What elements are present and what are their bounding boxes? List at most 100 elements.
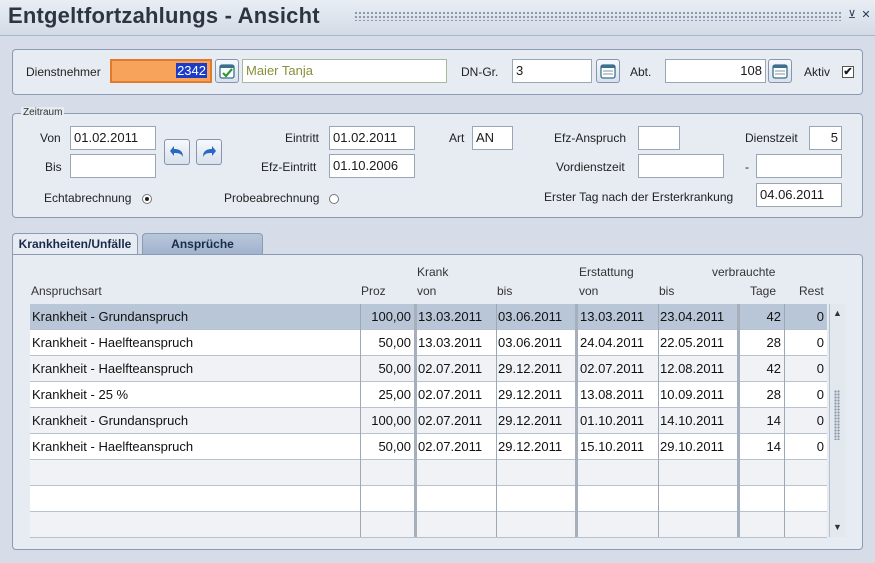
close-icon[interactable]: ✕	[860, 9, 872, 21]
header-tage: Tage	[750, 284, 777, 298]
cell-rest: 0	[816, 361, 824, 376]
cell-erst-von: 13.08.2011	[580, 387, 645, 402]
arrow-left-icon	[170, 146, 183, 157]
cell-rest: 0	[816, 335, 824, 350]
cell-art: Krankheit - Haelfteanspruch	[32, 361, 194, 376]
cell-erst-bis: 23.04.2011	[660, 309, 725, 324]
bis-label: Bis	[45, 160, 62, 174]
lookup-button[interactable]	[215, 59, 239, 83]
table-row[interactable]: Krankheit - Haelfteanspruch 50,00 13.03.…	[30, 330, 827, 356]
cell-tage: 42	[766, 361, 781, 376]
efz-eintritt-label: Efz-Eintritt	[261, 160, 317, 174]
table-row[interactable]: Krankheit - Haelfteanspruch 50,00 02.07.…	[30, 356, 827, 382]
vordienstzeit-dash: -	[745, 160, 749, 174]
dienstnehmer-number-field[interactable]: 2342	[110, 59, 212, 83]
column-separator	[360, 304, 361, 537]
cell-proz: 100,00	[371, 309, 411, 324]
cell-tage: 28	[766, 335, 781, 350]
cell-erst-von: 24.04.2011	[580, 335, 645, 350]
employee-name-field[interactable]: Maier Tanja	[242, 59, 447, 83]
previous-period-button[interactable]	[164, 139, 190, 165]
eintritt-label: Eintritt	[285, 131, 320, 145]
table-row[interactable]	[30, 486, 827, 512]
column-separator	[784, 304, 785, 537]
cell-art	[30, 512, 360, 538]
cell-erst-von: 13.03.2011	[580, 309, 645, 324]
erster-tag-field[interactable]: 04.06.2011	[756, 183, 842, 207]
header-verbrauchte: verbrauchte	[712, 265, 776, 279]
table-scrollbar[interactable]: ▲ ▼	[829, 304, 845, 537]
title-drag-pattern[interactable]	[354, 11, 842, 21]
cell-proz: 25,00	[378, 387, 411, 402]
cell-erst-bis: 10.09.2011	[660, 387, 725, 402]
tab-ansprueche[interactable]: Ansprüche	[142, 233, 263, 255]
cell-rest: 0	[816, 387, 824, 402]
eintritt-field[interactable]: 01.02.2011	[329, 126, 415, 150]
dienstzeit-field[interactable]: 5	[809, 126, 842, 150]
cell-art: Krankheit - Grundanspruch	[32, 413, 189, 428]
dn-gr-label: DN-Gr.	[461, 65, 499, 79]
cell-krank-bis: 29.12.2011	[498, 387, 563, 402]
echtabrechnung-radio[interactable]	[142, 194, 152, 204]
bis-field[interactable]	[70, 154, 156, 178]
table-row[interactable]	[30, 512, 827, 538]
art-field[interactable]: AN	[472, 126, 513, 150]
scroll-down-icon[interactable]: ▼	[830, 520, 845, 534]
cell-erst-von: 01.10.2011	[580, 413, 645, 428]
scroll-grip[interactable]	[834, 390, 840, 440]
cell-krank-von: 02.07.2011	[418, 413, 483, 428]
dn-gr-calendar-button[interactable]	[596, 59, 620, 83]
tab-krankheiten[interactable]: Krankheiten/Unfälle	[12, 233, 138, 255]
cell-krank-von: 02.07.2011	[418, 439, 483, 454]
cell-art: Krankheit - 25 %	[32, 387, 129, 402]
abt-field[interactable]: 108	[665, 59, 766, 83]
table-row[interactable]: Krankheit - Grundanspruch 100,00 02.07.2…	[30, 408, 827, 434]
dienstzeit-label: Dienstzeit	[745, 131, 798, 145]
header-rest: Rest	[799, 284, 824, 298]
cell-proz: 100,00	[371, 413, 411, 428]
cell-krank-von: 13.03.2011	[418, 335, 483, 350]
cell-erst-bis: 12.08.2011	[660, 361, 725, 376]
abt-calendar-button[interactable]	[768, 59, 792, 83]
von-field[interactable]: 01.02.2011	[70, 126, 156, 150]
probeabrechnung-label: Probeabrechnung	[224, 191, 320, 205]
vordienstzeit-field[interactable]	[638, 154, 724, 178]
aktiv-label: Aktiv	[804, 65, 831, 79]
cell-krank-von: 13.03.2011	[418, 309, 483, 324]
scroll-up-icon[interactable]: ▲	[830, 306, 845, 320]
cell-art	[30, 460, 360, 486]
header-erstattung: Erstattung	[579, 265, 634, 279]
cell-krank-von: 02.07.2011	[418, 387, 483, 402]
cell-rest: 0	[816, 309, 824, 324]
header-krank-bis: bis	[497, 284, 513, 298]
calendar-icon	[772, 64, 788, 79]
table-row[interactable]: Krankheit - Haelfteanspruch 50,00 02.07.…	[30, 434, 827, 460]
efz-eintritt-field[interactable]: 01.10.2006	[329, 154, 415, 178]
table-row[interactable]: Krankheit - 25 % 25,00 02.07.2011 29.12.…	[30, 382, 827, 408]
header-anspruchsart: Anspruchsart	[31, 284, 102, 298]
window-title: Entgeltfortzahlungs - Ansicht	[8, 3, 320, 28]
dn-gr-field[interactable]: 3	[512, 59, 592, 83]
cell-tage: 28	[766, 387, 781, 402]
cell-rest: 0	[816, 413, 824, 428]
title-bar: Entgeltfortzahlungs - Ansicht ⊻ ✕	[0, 0, 875, 36]
echtabrechnung-label: Echtabrechnung	[44, 191, 132, 205]
cell-erst-bis: 14.10.2011	[660, 413, 725, 428]
table-row[interactable]: Krankheit - Grundanspruch 100,00 13.03.2…	[30, 304, 827, 330]
table-row[interactable]	[30, 460, 827, 486]
aktiv-checkbox[interactable]: ✔	[842, 66, 854, 78]
dienstnehmer-label: Dienstnehmer	[26, 65, 101, 79]
probeabrechnung-radio[interactable]	[329, 194, 339, 204]
next-period-button[interactable]	[196, 139, 222, 165]
von-label: Von	[40, 131, 61, 145]
efz-anspruch-field[interactable]	[638, 126, 680, 150]
header-proz: Proz	[361, 284, 386, 298]
cell-art	[30, 486, 360, 512]
column-separator	[658, 304, 659, 537]
cell-rest: 0	[816, 439, 824, 454]
cell-art: Krankheit - Haelfteanspruch	[32, 335, 194, 350]
column-separator	[414, 304, 417, 537]
minimize-icon[interactable]: ⊻	[846, 9, 858, 21]
vordienstzeit-field-2[interactable]	[756, 154, 842, 178]
cell-erst-von: 15.10.2011	[580, 439, 645, 454]
